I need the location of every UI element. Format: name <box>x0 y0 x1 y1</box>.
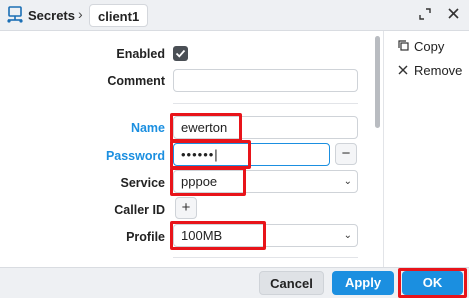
remove-label: Remove <box>414 63 463 78</box>
dialog-footer: Cancel Apply OK <box>0 267 469 298</box>
breadcrumb-root[interactable]: Secrets <box>28 8 75 23</box>
name-field[interactable]: ewerton <box>173 116 358 139</box>
service-select[interactable]: pppoe ⌄ <box>173 170 358 193</box>
chevron-down-icon: ⌄ <box>343 176 352 187</box>
apply-button[interactable]: Apply <box>332 271 394 295</box>
caller-id-label: Caller ID <box>114 203 165 217</box>
expand-icon[interactable] <box>418 8 432 22</box>
section-divider <box>173 103 358 104</box>
name-label: Name <box>130 121 165 135</box>
copy-label: Copy <box>414 39 445 54</box>
secrets-icon <box>6 6 24 24</box>
profile-label: Profile <box>126 230 165 244</box>
password-remove-button[interactable]: − <box>335 143 357 165</box>
copy-button[interactable]: Copy <box>398 39 444 54</box>
chevron-down-icon: ⌄ <box>343 230 352 241</box>
remove-button[interactable]: Remove <box>398 63 462 78</box>
section-divider <box>173 257 358 258</box>
service-value: pppoe <box>181 174 218 189</box>
title-bar: Secrets › client1 <box>0 0 469 31</box>
profile-select[interactable]: 100MB ⌄ <box>173 224 358 247</box>
caller-id-add-button[interactable]: + <box>175 197 197 219</box>
cancel-button[interactable]: Cancel <box>259 271 324 295</box>
password-label: Password <box>105 149 165 163</box>
tab-client1[interactable]: client1 <box>89 4 149 27</box>
remove-icon <box>398 63 414 78</box>
profile-value: 100MB <box>181 228 223 243</box>
breadcrumb-separator: › <box>78 6 83 22</box>
copy-icon <box>398 39 414 54</box>
enabled-label: Enabled <box>116 47 165 61</box>
secret-form: Enabled Comment Name ewerton Password ••… <box>0 31 370 267</box>
scrollbar-thumb[interactable] <box>375 36 380 128</box>
side-panel: Copy Remove <box>383 31 469 267</box>
enabled-checkbox[interactable] <box>173 46 188 61</box>
comment-field[interactable] <box>173 69 358 92</box>
close-icon[interactable] <box>446 8 460 22</box>
comment-label: Comment <box>107 74 165 88</box>
password-field[interactable]: ••••••| <box>173 143 330 166</box>
ok-button[interactable]: OK <box>402 271 463 295</box>
service-label: Service <box>120 176 165 190</box>
